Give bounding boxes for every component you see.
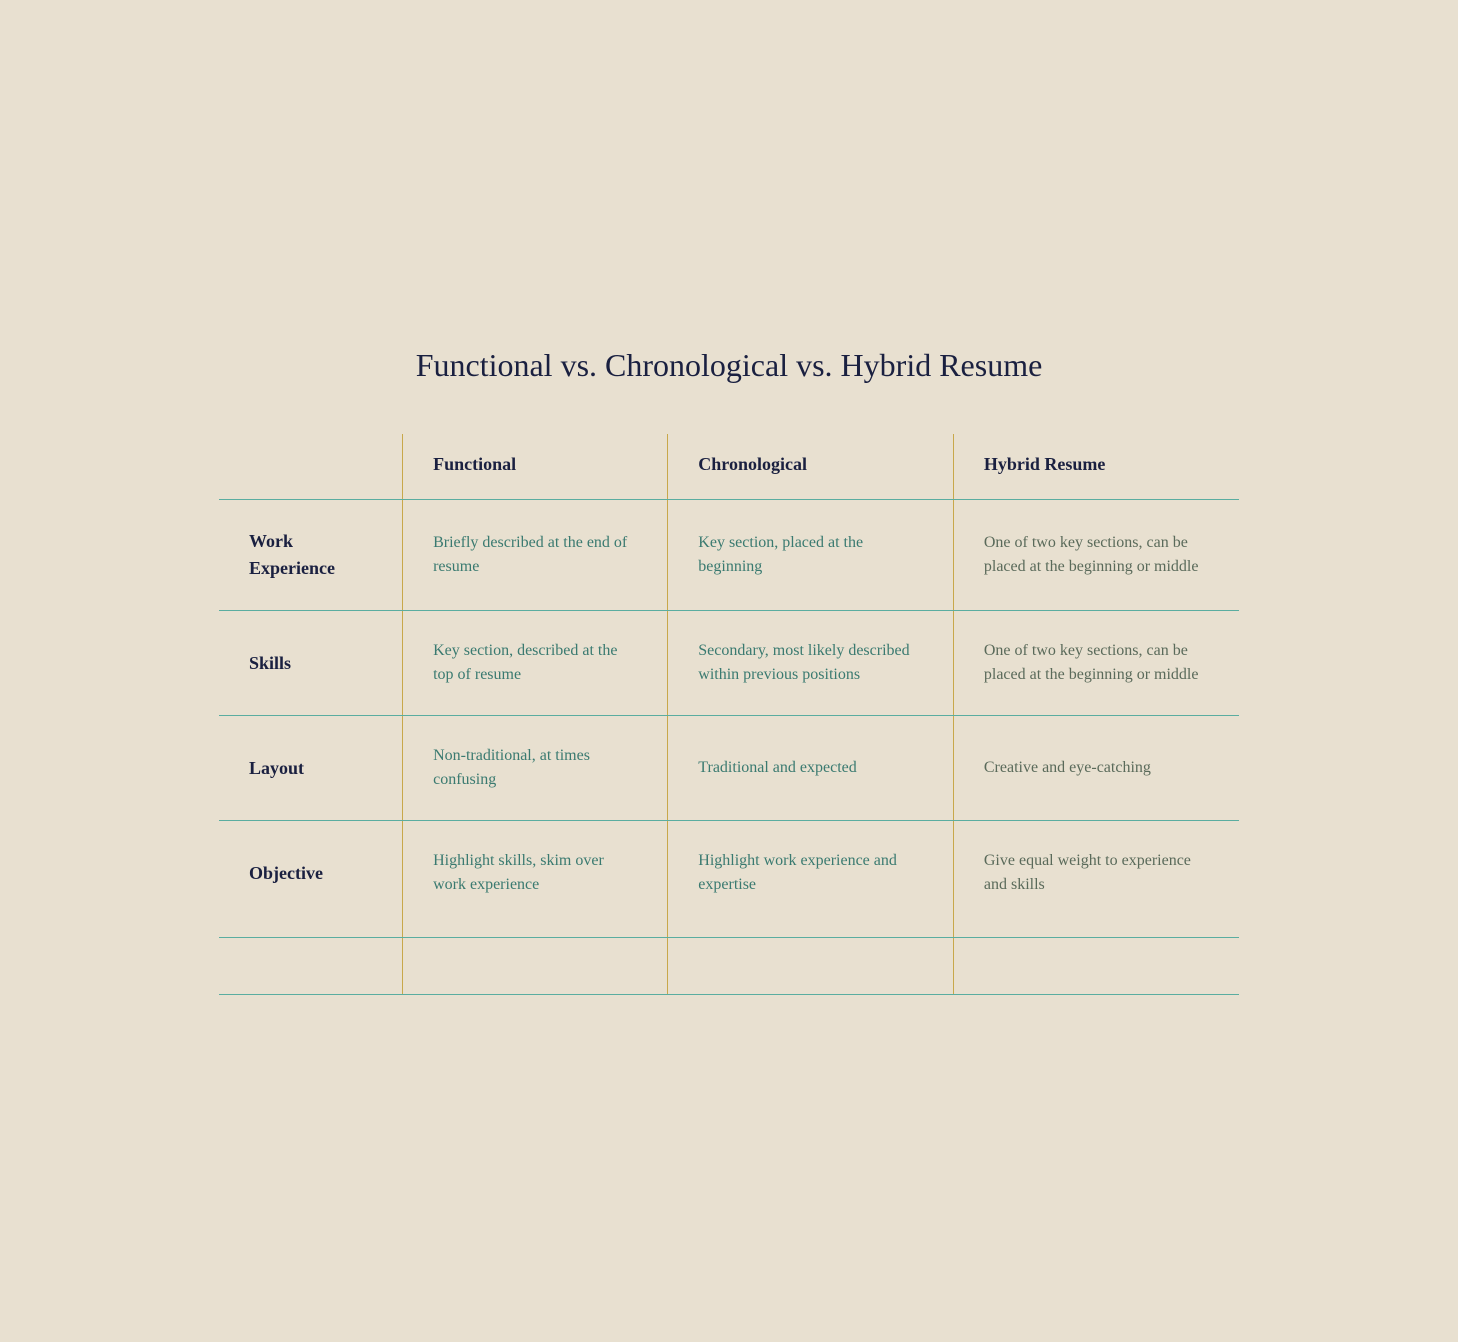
- row-header-layout: Layout: [219, 716, 403, 821]
- row-header-objective: Objective: [219, 821, 403, 938]
- cell-layout-hybrid: Creative and eye-catching: [953, 716, 1239, 821]
- table-row: Skills Key section, described at the top…: [219, 611, 1239, 716]
- comparison-table: Functional Chronological Hybrid Resume W…: [219, 434, 1239, 995]
- table-row: Layout Non-traditional, at times confusi…: [219, 716, 1239, 821]
- table-header-row: Functional Chronological Hybrid Resume: [219, 434, 1239, 500]
- col-header-chronological: Chronological: [668, 434, 954, 500]
- row-header-work-experience: Work Experience: [219, 500, 403, 611]
- cell-objective-hybrid: Give equal weight to experience and skil…: [953, 821, 1239, 938]
- cell-work-experience-hybrid: One of two key sections, can be placed a…: [953, 500, 1239, 611]
- col-header-hybrid: Hybrid Resume: [953, 434, 1239, 500]
- col-header-functional: Functional: [403, 434, 668, 500]
- footer-cell-4: [953, 938, 1239, 995]
- row-header-skills: Skills: [219, 611, 403, 716]
- cell-skills-functional: Key section, described at the top of res…: [403, 611, 668, 716]
- cell-layout-chronological: Traditional and expected: [668, 716, 954, 821]
- table-row: Objective Highlight skills, skim over wo…: [219, 821, 1239, 938]
- table-footer-row: [219, 938, 1239, 995]
- cell-objective-functional: Highlight skills, skim over work experie…: [403, 821, 668, 938]
- cell-skills-hybrid: One of two key sections, can be placed a…: [953, 611, 1239, 716]
- table-row: Work Experience Briefly described at the…: [219, 500, 1239, 611]
- cell-work-experience-chronological: Key section, placed at the beginning: [668, 500, 954, 611]
- cell-layout-functional: Non-traditional, at times confusing: [403, 716, 668, 821]
- col-header-empty: [219, 434, 403, 500]
- cell-objective-chronological: Highlight work experience and expertise: [668, 821, 954, 938]
- footer-cell-1: [219, 938, 403, 995]
- cell-work-experience-functional: Briefly described at the end of resume: [403, 500, 668, 611]
- footer-cell-3: [668, 938, 954, 995]
- page-title: Functional vs. Chronological vs. Hybrid …: [219, 347, 1239, 384]
- page-container: Functional vs. Chronological vs. Hybrid …: [179, 297, 1279, 1045]
- footer-cell-2: [403, 938, 668, 995]
- cell-skills-chronological: Secondary, most likely described within …: [668, 611, 954, 716]
